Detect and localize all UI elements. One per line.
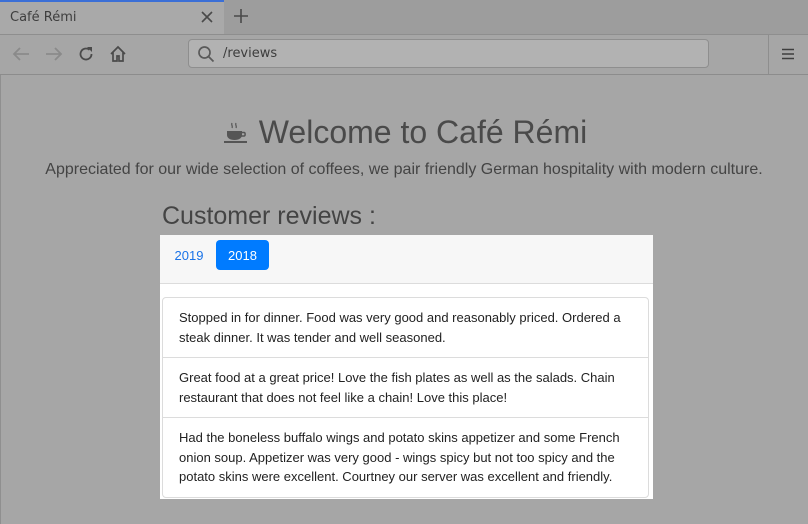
browser-tab[interactable]: Café Rémi: [0, 0, 224, 34]
reload-icon[interactable]: [74, 43, 98, 65]
reviews-heading: Customer reviews :: [162, 202, 376, 230]
close-icon[interactable]: [198, 8, 216, 26]
url-text[interactable]: /reviews: [223, 46, 277, 61]
review-list: Stopped in for dinner. Food was very goo…: [162, 297, 649, 498]
forward-arrow-icon[interactable]: [42, 43, 66, 65]
list-item: Stopped in for dinner. Food was very goo…: [163, 298, 648, 358]
hamburger-menu-icon[interactable]: [778, 44, 798, 64]
plus-icon[interactable]: [230, 5, 252, 27]
year-tabs: 2019 2018: [160, 235, 653, 284]
list-item: Great food at a great price! Love the fi…: [163, 358, 648, 418]
page-title-text: Welcome to Café Rémi: [258, 114, 588, 150]
back-arrow-icon[interactable]: [9, 43, 33, 65]
search-icon: [197, 45, 215, 63]
toolbar-divider: [768, 35, 769, 74]
tab-2018[interactable]: 2018: [216, 240, 269, 270]
page-content: Welcome to Café Rémi Appreciated for our…: [0, 75, 808, 524]
browser-tab-bar: Café Rémi: [0, 0, 808, 35]
reviews-panel: 2019 2018 Stopped in for dinner. Food wa…: [160, 235, 653, 499]
page-subtitle: Appreciated for our wide selection of co…: [45, 161, 763, 178]
home-icon[interactable]: [106, 43, 130, 65]
coffee-cup-icon: [223, 116, 249, 153]
page-title: Welcome to Café Rémi: [1, 114, 808, 153]
url-bar[interactable]: /reviews: [188, 39, 709, 68]
tab-2019[interactable]: 2019: [168, 240, 210, 270]
list-item: Had the boneless buffalo wings and potat…: [179, 430, 620, 484]
tab-title: Café Rémi: [10, 10, 77, 25]
browser-nav-bar: /reviews: [0, 35, 808, 75]
